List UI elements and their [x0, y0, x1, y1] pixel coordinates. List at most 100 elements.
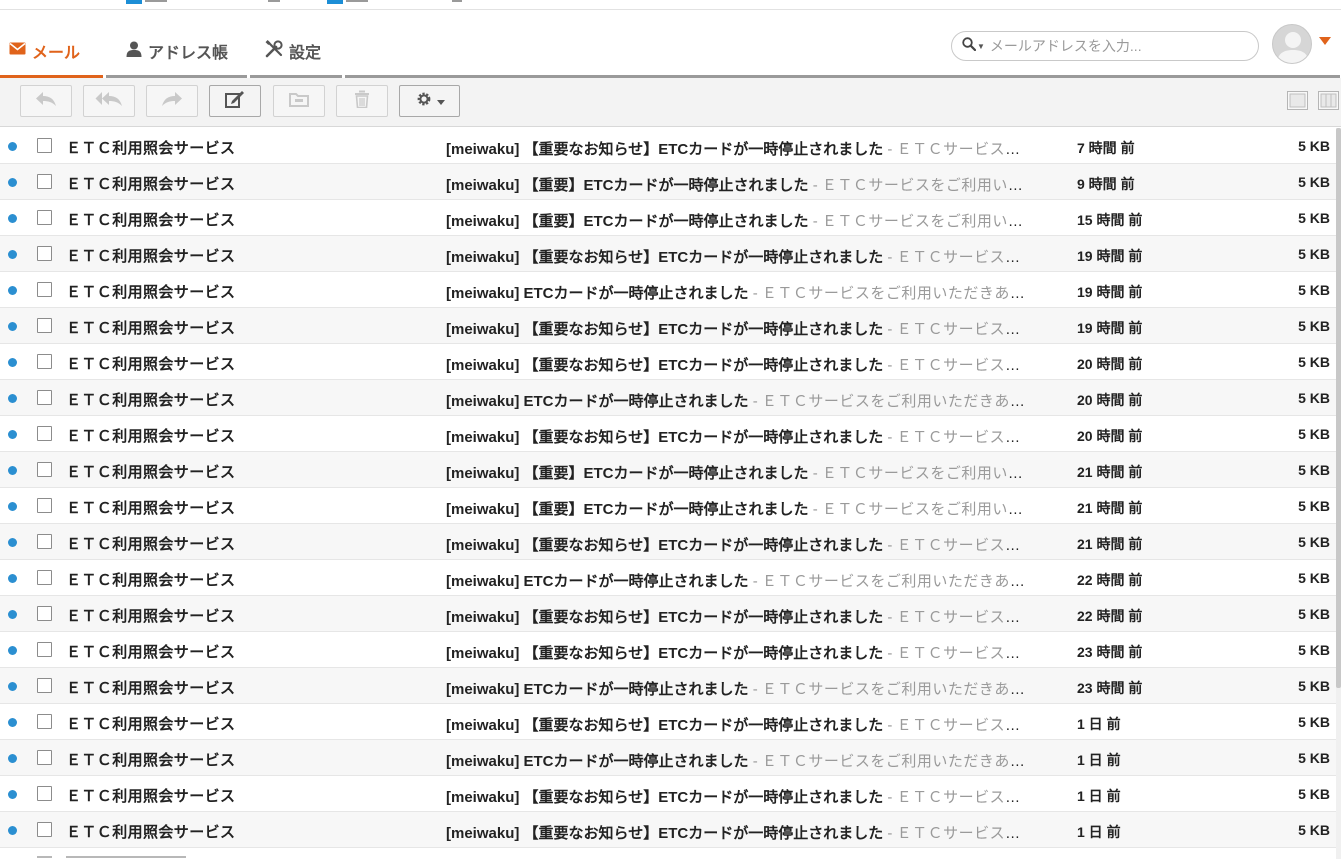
subject-separator: - — [748, 753, 762, 770]
mail-received-time: 1 日 前 — [1077, 824, 1121, 840]
unread-dot-icon — [8, 502, 17, 511]
mail-preview: ＥＴＣサービスをご利用いた... — [821, 213, 1034, 230]
unread-dot-icon — [8, 142, 17, 151]
search-box[interactable]: ▼ — [951, 31, 1259, 61]
mail-received-time: 7 時間 前 — [1077, 140, 1135, 156]
reply-button[interactable] — [20, 85, 72, 117]
mail-size: 5 KB — [1298, 462, 1330, 478]
row-checkbox[interactable] — [37, 498, 52, 513]
mail-row[interactable]: ＥＴＣ利用照会サービス [meiwaku] 【重要】ETCカードが一時停止されま… — [0, 488, 1341, 524]
mail-preview: ＥＴＣサービスをご利用いただきあり... — [761, 285, 1034, 302]
mail-row[interactable]: ＥＴＣ利用照会サービス [meiwaku] 【重要】ETCカードが一時停止されま… — [0, 200, 1341, 236]
subject-separator: - — [883, 789, 897, 806]
unread-dot-icon — [8, 718, 17, 727]
mail-subject-line: [meiwaku] 【重要なお知らせ】ETCカードが一時停止されました - ＥＴ… — [446, 138, 1034, 159]
mail-subject-line: [meiwaku] 【重要】ETCカードが一時停止されました - ＥＴＣサービス… — [446, 498, 1034, 519]
row-checkbox[interactable] — [37, 246, 52, 261]
mail-size: 5 KB — [1298, 750, 1330, 766]
mail-row[interactable]: ＥＴＣ利用照会サービス [meiwaku] ETCカードが一時停止されました -… — [0, 740, 1341, 776]
mail-received-time: 15 時間 前 — [1077, 212, 1143, 228]
row-checkbox[interactable] — [37, 462, 52, 477]
partial-mail-row[interactable] — [0, 848, 1341, 859]
scrollbar-thumb[interactable] — [1336, 128, 1341, 688]
move-button[interactable] — [273, 85, 325, 117]
cropped-text — [145, 0, 167, 2]
row-checkbox[interactable] — [37, 318, 52, 333]
row-checkbox[interactable] — [37, 354, 52, 369]
mail-row[interactable]: ＥＴＣ利用照会サービス [meiwaku] 【重要なお知らせ】ETCカードが一時… — [0, 524, 1341, 560]
row-checkbox[interactable] — [37, 786, 52, 801]
gear-icon — [415, 90, 433, 113]
mail-row[interactable]: ＥＴＣ利用照会サービス [meiwaku] 【重要なお知らせ】ETCカードが一時… — [0, 632, 1341, 668]
settings-menu-button[interactable] — [399, 85, 460, 117]
row-checkbox[interactable] — [37, 714, 52, 729]
mail-subject: [meiwaku] ETCカードが一時停止されました — [446, 393, 749, 410]
tab-settings[interactable]: 設定 — [250, 10, 342, 78]
tab-mail-label: メール — [32, 45, 81, 62]
mail-row[interactable]: ＥＴＣ利用照会サービス [meiwaku] 【重要なお知らせ】ETCカードが一時… — [0, 596, 1341, 632]
subject-separator: - — [748, 285, 762, 302]
row-checkbox[interactable] — [37, 606, 52, 621]
row-checkbox[interactable] — [37, 282, 52, 297]
top-strip — [0, 0, 1341, 10]
mail-row[interactable]: ＥＴＣ利用照会サービス [meiwaku] 【重要なお知らせ】ETCカードが一時… — [0, 308, 1341, 344]
tab-mail[interactable]: メール — [0, 10, 103, 78]
mail-subject-line: [meiwaku] 【重要】ETCカードが一時停止されました - ＥＴＣサービス… — [446, 174, 1034, 195]
search-options-dropdown-icon[interactable]: ▼ — [977, 42, 985, 51]
tab-address-book[interactable]: アドレス帳 — [106, 10, 247, 78]
row-checkbox[interactable] — [37, 390, 52, 405]
chevron-down-icon — [436, 92, 445, 110]
reply-all-button[interactable] — [83, 85, 135, 117]
row-checkbox[interactable] — [37, 426, 52, 441]
search-input[interactable] — [989, 38, 1240, 54]
mail-row[interactable]: ＥＴＣ利用照会サービス [meiwaku] 【重要なお知らせ】ETCカードが一時… — [0, 236, 1341, 272]
row-checkbox[interactable] — [37, 138, 52, 153]
mail-row[interactable]: ＥＴＣ利用照会サービス [meiwaku] 【重要なお知らせ】ETCカードが一時… — [0, 416, 1341, 452]
mail-size: 5 KB — [1298, 138, 1330, 154]
subject-separator: - — [808, 501, 822, 518]
row-checkbox[interactable] — [37, 642, 52, 657]
subject-separator: - — [808, 213, 822, 230]
mail-subject-line: [meiwaku] ETCカードが一時停止されました - ＥＴＣサービスをご利用… — [446, 570, 1034, 591]
row-checkbox[interactable] — [37, 174, 52, 189]
mail-received-time: 22 時間 前 — [1077, 608, 1143, 624]
compose-button[interactable] — [209, 85, 261, 117]
mail-row[interactable]: ＥＴＣ利用照会サービス [meiwaku] 【重要なお知らせ】ETCカードが一時… — [0, 812, 1341, 848]
avatar[interactable] — [1272, 24, 1312, 64]
subject-separator: - — [883, 429, 897, 446]
row-checkbox[interactable] — [37, 210, 52, 225]
mail-subject: [meiwaku] ETCカードが一時停止されました — [446, 285, 749, 302]
mail-sender: ＥＴＣ利用照会サービス — [66, 572, 236, 589]
unread-dot-icon — [8, 790, 17, 799]
mail-size: 5 KB — [1298, 174, 1330, 190]
row-checkbox[interactable] — [37, 570, 52, 585]
row-checkbox[interactable] — [37, 534, 52, 549]
mail-row[interactable]: ＥＴＣ利用照会サービス [meiwaku] ETCカードが一時停止されました -… — [0, 668, 1341, 704]
mail-row[interactable]: ＥＴＣ利用照会サービス [meiwaku] ETCカードが一時停止されました -… — [0, 560, 1341, 596]
row-checkbox[interactable] — [37, 678, 52, 693]
mail-row[interactable]: ＥＴＣ利用照会サービス [meiwaku] 【重要】ETCカードが一時停止されま… — [0, 452, 1341, 488]
mail-subject-line: [meiwaku] 【重要なお知らせ】ETCカードが一時停止されました - ＥＴ… — [446, 426, 1034, 447]
forward-button[interactable] — [146, 85, 198, 117]
row-checkbox[interactable] — [37, 750, 52, 765]
mail-row[interactable]: ＥＴＣ利用照会サービス [meiwaku] 【重要なお知らせ】ETCカードが一時… — [0, 344, 1341, 380]
search-icon[interactable] — [962, 36, 977, 56]
mail-row[interactable]: ＥＴＣ利用照会サービス [meiwaku] 【重要】ETCカードが一時停止されま… — [0, 164, 1341, 200]
unread-dot-icon — [8, 358, 17, 367]
mail-row[interactable]: ＥＴＣ利用照会サービス [meiwaku] ETCカードが一時停止されました -… — [0, 272, 1341, 308]
mail-subject: [meiwaku] 【重要なお知らせ】ETCカードが一時停止されました — [446, 429, 884, 446]
mail-row[interactable]: ＥＴＣ利用照会サービス [meiwaku] 【重要なお知らせ】ETCカードが一時… — [0, 776, 1341, 812]
single-pane-view-button[interactable] — [1287, 91, 1308, 110]
mail-row[interactable]: ＥＴＣ利用照会サービス [meiwaku] 【重要なお知らせ】ETCカードが一時… — [0, 704, 1341, 740]
mail-subject: [meiwaku] 【重要なお知らせ】ETCカードが一時停止されました — [446, 825, 884, 842]
mail-sender: ＥＴＣ利用照会サービス — [66, 320, 236, 337]
delete-button[interactable] — [336, 85, 388, 117]
row-checkbox[interactable] — [37, 822, 52, 837]
mail-preview: ＥＴＣサービスをご利用いた... — [821, 465, 1034, 482]
account-menu-caret-icon[interactable] — [1319, 37, 1331, 45]
split-pane-view-button[interactable] — [1318, 91, 1339, 110]
reply-all-icon — [95, 91, 123, 112]
mail-row[interactable]: ＥＴＣ利用照会サービス [meiwaku] 【重要なお知らせ】ETCカードが一時… — [0, 128, 1341, 164]
mail-sender: ＥＴＣ利用照会サービス — [66, 212, 236, 229]
mail-row[interactable]: ＥＴＣ利用照会サービス [meiwaku] ETCカードが一時停止されました -… — [0, 380, 1341, 416]
